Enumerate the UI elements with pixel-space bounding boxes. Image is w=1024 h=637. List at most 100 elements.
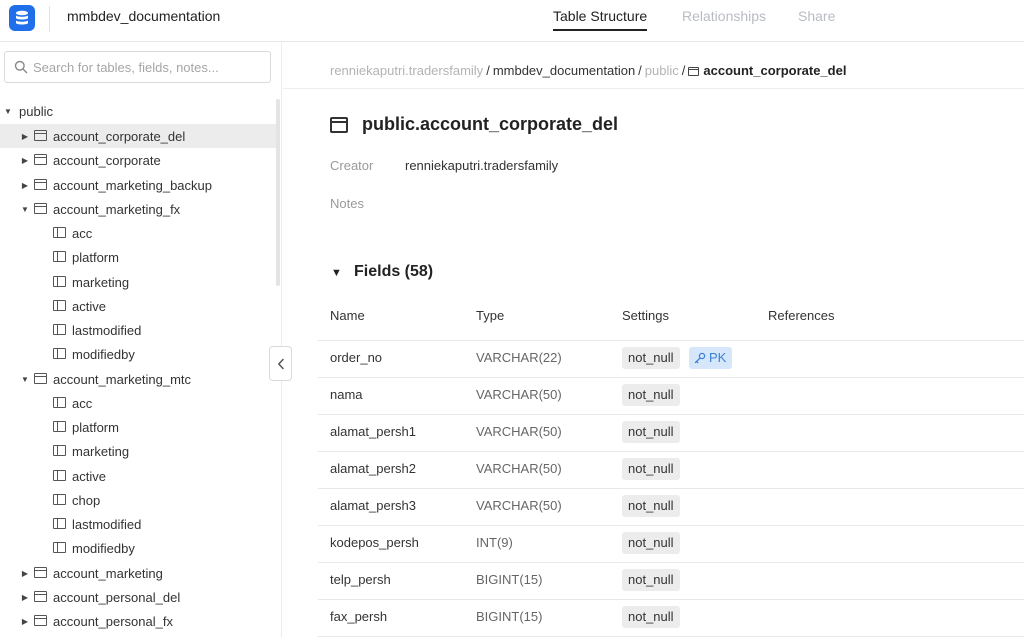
not-null-badge: not_null — [622, 347, 680, 369]
field-icon — [53, 445, 66, 456]
sidebar-table-item[interactable]: ▶ account_personal_fx — [0, 609, 276, 633]
not-null-badge: not_null — [622, 532, 680, 554]
field-name: alamat_persh3 — [330, 498, 416, 513]
caret-right-icon[interactable]: ▶ — [20, 617, 30, 626]
sidebar-field-item[interactable]: modifiedby — [0, 536, 276, 560]
breadcrumb-owner[interactable]: renniekaputri.tradersfamily — [330, 63, 483, 78]
sidebar-table-item[interactable]: ▶ account_corporate — [0, 148, 276, 172]
sidebar-field-label: platform — [72, 419, 119, 435]
sidebar-table-label: account_corporate — [53, 152, 161, 168]
field-icon — [53, 494, 66, 505]
collapse-sidebar-button[interactable] — [269, 346, 292, 381]
table-row-divider — [318, 377, 1024, 378]
fields-section-title[interactable]: Fields (58) — [354, 263, 433, 281]
breadcrumb-current-table: account_corporate_del — [703, 63, 847, 78]
caret-right-icon[interactable]: ▶ — [20, 569, 30, 578]
caret-down-icon[interactable]: ▼ — [331, 267, 342, 279]
search-input[interactable] — [33, 52, 263, 82]
sidebar-table-item[interactable]: ▼ account_marketing_fx — [0, 197, 276, 221]
sidebar-field-label: marketing — [72, 274, 130, 290]
column-header-settings: Settings — [622, 308, 669, 323]
sidebar-table-item[interactable]: ▼ account_marketing_mtc — [0, 367, 276, 391]
sidebar-field-item[interactable]: platform — [0, 415, 276, 439]
field-name: alamat_persh1 — [330, 424, 416, 439]
main-content: renniekaputri.tradersfamily / mmbdev_docum… — [283, 42, 1024, 637]
table-icon — [34, 179, 47, 190]
caret-right-icon[interactable]: ▶ — [20, 132, 30, 141]
creator-label: Creator — [330, 158, 374, 173]
sidebar-field-item[interactable]: acc — [0, 221, 276, 245]
sidebar-scrollbar[interactable] — [276, 99, 280, 286]
table-icon — [34, 154, 47, 165]
sidebar-table-item[interactable]: ▶ account_marketing_backup — [0, 173, 276, 197]
chevron-left-icon — [277, 358, 284, 369]
tab-table-structure[interactable]: Table Structure — [553, 8, 648, 31]
sidebar-field-item[interactable]: acc — [0, 391, 276, 415]
table-icon — [688, 67, 700, 76]
table-row-divider — [318, 562, 1024, 563]
table-icon — [34, 567, 47, 578]
sidebar-table-label: account_corporate_del — [53, 128, 186, 144]
caret-right-icon[interactable]: ▶ — [20, 156, 30, 165]
field-name: fax_persh — [330, 609, 388, 624]
field-type: VARCHAR(50) — [476, 424, 562, 439]
pk-label: PK — [709, 350, 727, 365]
field-type: INT(9) — [476, 535, 513, 550]
field-type: BIGINT(15) — [476, 572, 543, 587]
field-type: VARCHAR(50) — [476, 387, 562, 402]
sidebar-field-label: acc — [72, 395, 93, 411]
breadcrumb-schema[interactable]: public — [645, 63, 679, 78]
not-null-badge: not_null — [622, 458, 680, 480]
not-null-badge: not_null — [622, 421, 680, 443]
sidebar-field-label: acc — [72, 225, 93, 241]
sidebar-table-label: account_marketing_fx — [53, 201, 181, 217]
column-header-references: References — [768, 308, 835, 323]
sidebar-field-item[interactable]: chop — [0, 488, 276, 512]
field-name: alamat_persh2 — [330, 461, 416, 476]
field-icon — [53, 348, 66, 359]
sidebar-field-item[interactable]: platform — [0, 245, 276, 269]
caret-right-icon[interactable]: ▶ — [20, 181, 30, 190]
sidebar-field-item[interactable]: lastmodified — [0, 318, 276, 342]
sidebar-table-item[interactable]: ▶ account_personal_del — [0, 585, 276, 609]
sidebar-table-item[interactable]: ▶ account_corporate_del — [0, 124, 276, 148]
tab-share[interactable]: Share — [798, 8, 835, 24]
caret-right-icon[interactable]: ▶ — [20, 593, 30, 602]
field-icon — [53, 470, 66, 481]
sidebar-field-item[interactable]: modifiedby — [0, 342, 276, 366]
tab-relationships[interactable]: Relationships — [682, 8, 766, 24]
caret-down-icon[interactable]: ▼ — [20, 205, 30, 214]
database-logo-icon[interactable] — [9, 5, 35, 31]
page-title: public.account_corporate_del — [362, 114, 619, 134]
search-icon — [14, 60, 28, 74]
sidebar-field-label: platform — [72, 249, 119, 265]
caret-down-icon[interactable]: ▼ — [20, 375, 30, 384]
table-icon — [330, 117, 348, 133]
schema-node-public[interactable]: ▼ public — [0, 99, 276, 123]
sidebar-field-item[interactable]: active — [0, 294, 276, 318]
sidebar-field-item[interactable]: marketing — [0, 270, 276, 294]
field-type: BIGINT(15) — [476, 609, 543, 624]
breadcrumb-project[interactable]: mmbdev_documentation — [493, 63, 635, 78]
table-row-divider — [318, 599, 1024, 600]
sidebar-field-item[interactable]: marketing — [0, 439, 276, 463]
sidebar-field-item[interactable]: active — [0, 464, 276, 488]
field-icon — [53, 421, 66, 432]
caret-down-icon[interactable]: ▼ — [3, 107, 13, 116]
primary-key-badge: PK — [689, 347, 733, 369]
search-box[interactable] — [4, 51, 271, 83]
key-icon — [694, 352, 706, 364]
field-type: VARCHAR(22) — [476, 350, 562, 365]
not-null-badge: not_null — [622, 384, 680, 406]
table-row-divider — [318, 340, 1024, 341]
creator-value: renniekaputri.tradersfamily — [405, 158, 559, 173]
not-null-badge: not_null — [622, 569, 680, 591]
sidebar-table-item[interactable]: ▶ account_marketing — [0, 561, 276, 585]
breadcrumb: renniekaputri.tradersfamily / mmbdev_docum… — [330, 63, 846, 78]
field-icon — [53, 324, 66, 335]
field-icon — [53, 227, 66, 238]
field-icon — [53, 518, 66, 529]
table-row-divider — [318, 488, 1024, 489]
sidebar-field-item[interactable]: lastmodified — [0, 512, 276, 536]
table-icon — [34, 615, 47, 626]
